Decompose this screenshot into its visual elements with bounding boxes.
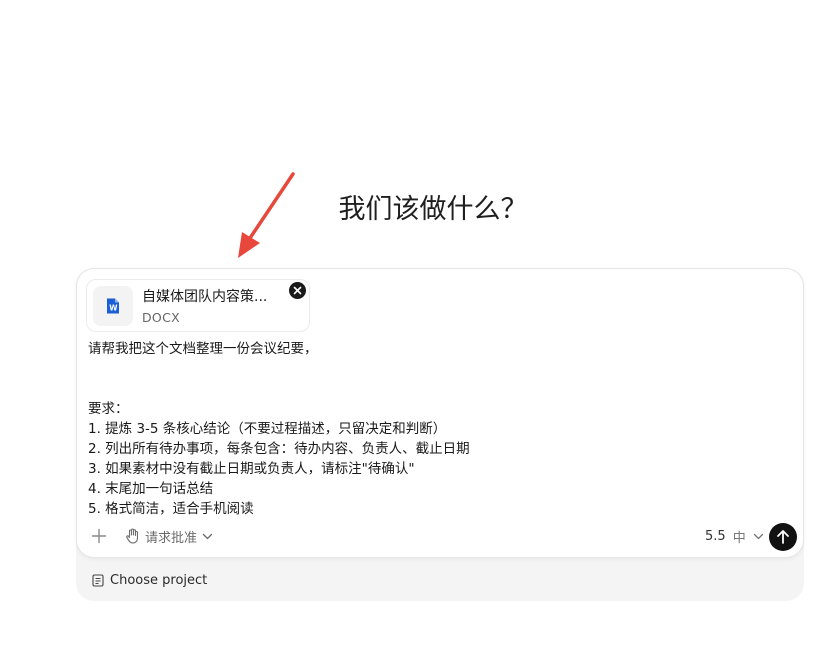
page-title: 我们该做什么？ [338,194,528,225]
message-line: 4. 末尾加一句话总结 [88,481,214,497]
add-button[interactable] [89,526,109,546]
arrow-up-icon [777,530,789,544]
message-line: 5. 格式简洁，适合手机阅读 [88,501,254,517]
attachment-chip[interactable]: W 自媒体团队内容策... DOCX [86,279,310,332]
chevron-down-icon [202,533,213,539]
chevron-down-icon [753,533,763,539]
message-input[interactable]: 请帮我把这个文档整理一份会议纪要， 要求： 1. 提炼 3-5 条核心结论（不要… [88,339,788,519]
choose-project-button[interactable]: Choose project [92,570,207,590]
message-line: 要求： [88,401,129,417]
model-selector[interactable]: 5.5 中 [705,526,764,546]
svg-text:W: W [109,304,118,313]
word-document-icon: W [107,298,119,314]
message-line: 请帮我把这个文档整理一份会议纪要， [88,341,318,357]
message-line [88,379,788,399]
composer-toolbar: 请求批准 5.5 中 [77,521,803,551]
plus-icon [91,528,107,544]
remove-attachment-button[interactable] [289,282,306,299]
reasoning-level: 中 [732,530,746,546]
file-icon-box: W [93,286,133,326]
attachment-file-type: DOCX [142,310,180,325]
close-icon [293,286,302,295]
approval-mode-label: 请求批准 [145,530,198,546]
document-icon [92,573,104,587]
message-line: 1. 提炼 3-5 条核心结论（不要过程描述，只留决定和判断） [88,421,447,437]
message-line [88,359,788,379]
page: 我们该做什么？ W 自媒体团队内容策... DOCX 请帮我把这个文档整理一份会… [0,0,822,661]
hand-icon [126,528,139,544]
approval-mode-dropdown[interactable]: 请求批准 [125,526,213,546]
message-line: 3. 如果素材中没有截止日期或负责人，请标注"待确认" [88,461,415,477]
model-version: 5.5 [705,528,726,544]
prompt-composer: W 自媒体团队内容策... DOCX 请帮我把这个文档整理一份会议纪要， 要求：… [76,268,804,558]
message-line: 2. 列出所有待办事项，每条包含：待办内容、负责人、截止日期 [88,441,470,457]
attachment-file-name: 自媒体团队内容策... [142,289,268,305]
choose-project-label: Choose project [110,572,208,588]
send-button[interactable] [769,523,797,551]
